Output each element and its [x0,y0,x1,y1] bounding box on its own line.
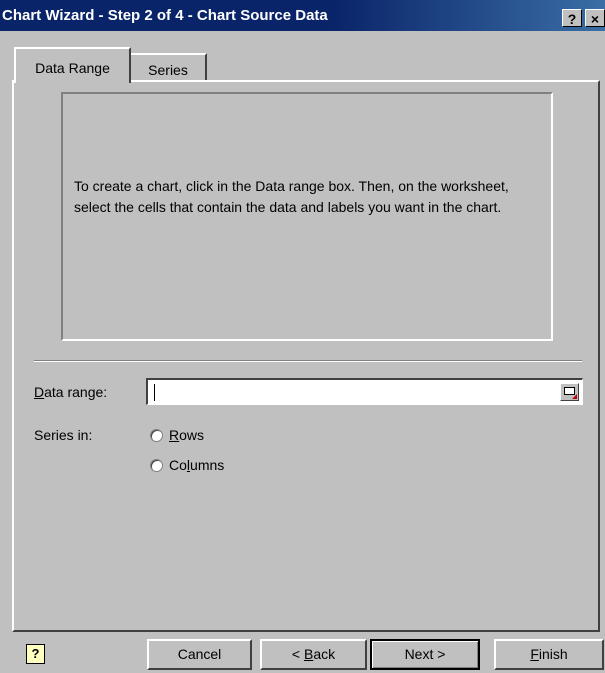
tab-series[interactable]: Series [129,53,207,81]
separator [34,360,582,362]
next-button[interactable]: Next > [370,639,480,670]
text-caret [154,384,155,401]
collapse-dialog-icon[interactable] [560,383,579,401]
tab-data-range-label: Data Range [35,60,110,76]
data-range-input[interactable] [146,378,583,405]
preview-instructions: To create a chart, click in the Data ran… [74,178,509,215]
radio-rows-icon[interactable] [150,429,163,442]
tab-data-range[interactable]: Data Range [14,47,131,83]
title-bar: Chart Wizard - Step 2 of 4 - Chart Sourc… [0,0,605,31]
finish-button[interactable]: Finish [494,639,604,670]
radio-columns-label: Columns [169,457,225,473]
window-title: Chart Wizard - Step 2 of 4 - Chart Sourc… [2,7,328,24]
cancel-button[interactable]: Cancel [147,639,252,670]
series-in-label: Series in: [34,427,93,443]
radio-columns-icon[interactable] [150,459,163,472]
office-assistant-help-icon[interactable]: ? [26,644,45,664]
close-button[interactable]: × [585,9,605,27]
data-range-label: Data range: [34,384,108,400]
radio-rows-label: Rows [169,427,205,443]
back-button[interactable]: < Back [260,639,367,670]
help-button[interactable]: ? [562,9,582,27]
tab-series-label: Series [148,62,188,78]
